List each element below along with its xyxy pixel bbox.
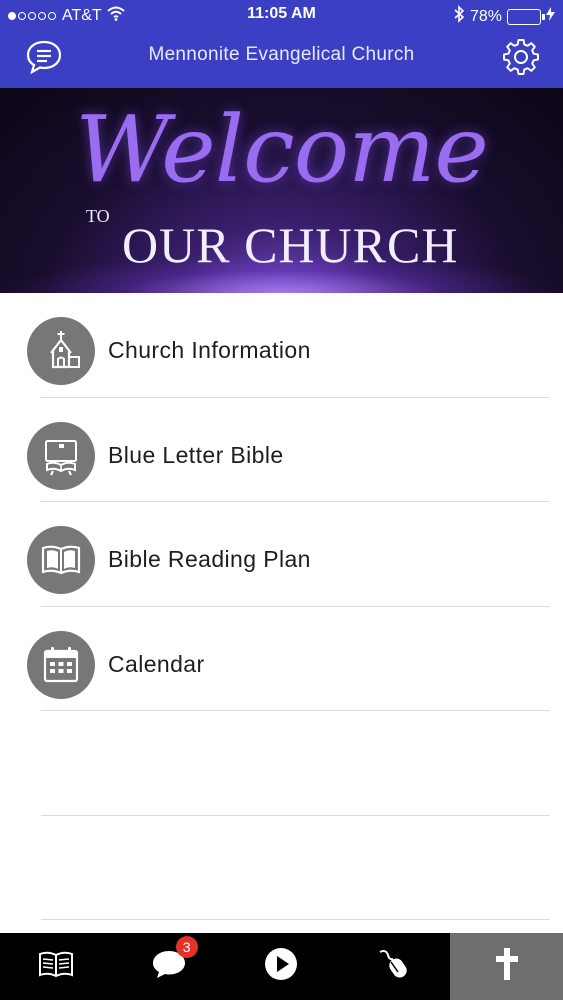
tab-connect[interactable] — [338, 933, 451, 1000]
play-icon — [264, 947, 298, 986]
notification-badge: 3 — [175, 936, 198, 958]
menu-item-label: Blue Letter Bible — [108, 441, 284, 468]
status-bar: AT&T 11:05 AM 78% — [0, 0, 563, 30]
cross-icon — [492, 946, 522, 987]
empty-row — [0, 711, 563, 816]
menu-item-label: Church Information — [108, 337, 311, 363]
open-book-icon — [27, 526, 95, 594]
welcome-banner: Welcome TO OUR CHURCH — [0, 88, 563, 293]
bluetooth-icon — [453, 5, 465, 28]
banner-our-church-text: OUR CHURCH — [122, 217, 459, 273]
menu-list: Church Information Blue Letter Bible Bib… — [0, 293, 563, 920]
divider — [41, 919, 550, 920]
banner-to-text: TO — [86, 206, 110, 226]
menu-item-label: Calendar — [108, 650, 205, 677]
battery-percent: 78% — [469, 7, 502, 25]
menu-item-bible-reading-plan[interactable]: Bible Reading Plan — [0, 502, 563, 607]
tab-cross[interactable] — [450, 933, 563, 1000]
mouse-icon — [376, 948, 412, 985]
tab-media[interactable] — [225, 933, 338, 1000]
book-icon — [38, 950, 74, 983]
menu-item-calendar[interactable]: Calendar — [0, 607, 563, 711]
tab-bar: 3 — [0, 933, 563, 1000]
menu-item-label: Bible Reading Plan — [108, 546, 311, 572]
nav-bar: Mennonite Evangelical Church — [0, 30, 563, 88]
status-right: 78% — [453, 5, 555, 28]
tab-messages[interactable]: 3 — [113, 933, 226, 1000]
page-title: Mennonite Evangelical Church — [148, 44, 415, 65]
battery-icon — [507, 8, 545, 25]
church-icon — [27, 317, 95, 385]
calendar-icon — [27, 630, 95, 699]
tab-book[interactable] — [0, 933, 113, 1000]
banner-welcome-text: Welcome — [75, 96, 489, 203]
menu-item-blue-letter-bible[interactable]: Blue Letter Bible — [0, 398, 563, 502]
menu-item-church-information[interactable]: Church Information — [0, 293, 563, 398]
charging-icon — [546, 7, 555, 26]
empty-row — [0, 816, 563, 920]
bible-stand-icon — [27, 421, 95, 490]
gear-icon[interactable] — [501, 37, 541, 77]
app-header: AT&T 11:05 AM 78% Mennonite Evangelical … — [0, 0, 563, 88]
